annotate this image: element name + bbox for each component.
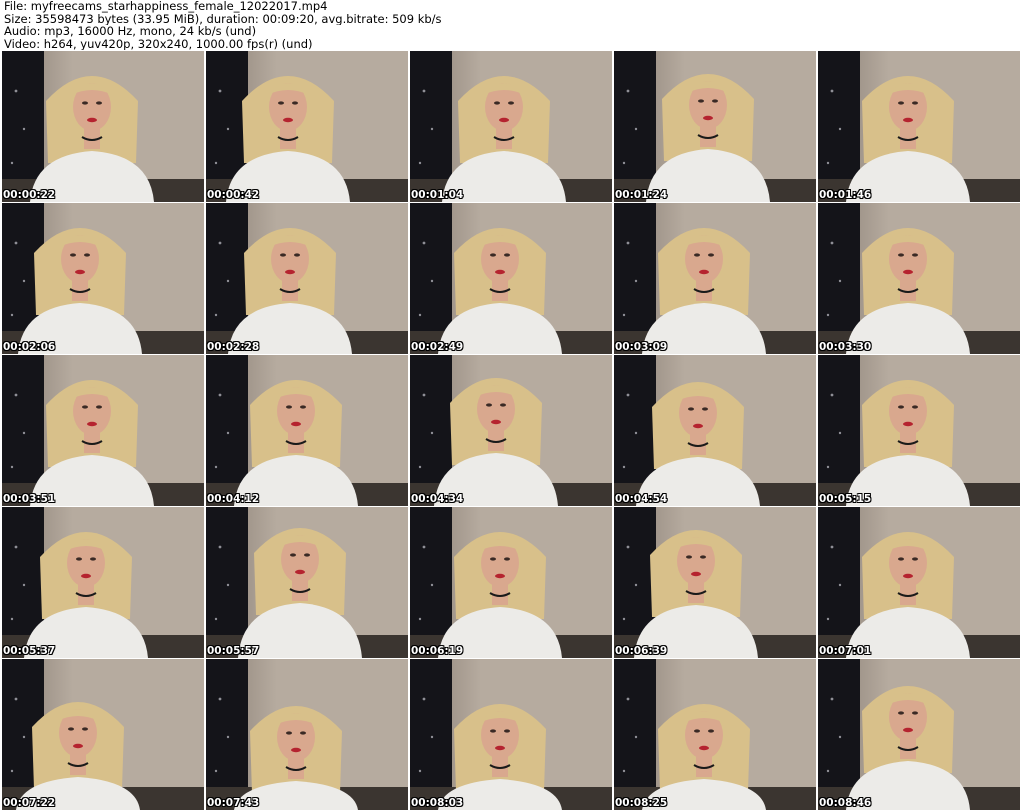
video-thumbnail: 00:00:42 xyxy=(206,51,408,202)
thumbnail-timestamp: 00:06:39 xyxy=(615,645,668,657)
video-thumbnail: 00:04:54 xyxy=(614,355,816,506)
frame-image xyxy=(410,659,612,810)
frame-image xyxy=(410,355,612,506)
frame-image xyxy=(818,355,1020,506)
thumbnail-timestamp: 00:07:43 xyxy=(207,797,260,809)
thumbnail-timestamp: 00:00:42 xyxy=(207,189,260,201)
thumbnail-timestamp: 00:08:03 xyxy=(411,797,464,809)
frame-image xyxy=(614,203,816,354)
frame-image xyxy=(2,355,204,506)
video-thumbnail: 00:05:15 xyxy=(818,355,1020,506)
frame-image xyxy=(818,659,1020,810)
video-thumbnail: 00:08:46 xyxy=(818,659,1020,810)
thumbnail-timestamp: 00:01:24 xyxy=(615,189,668,201)
frame-image xyxy=(206,51,408,202)
thumbnail-timestamp: 00:04:12 xyxy=(207,493,260,505)
video-thumbnail: 00:08:25 xyxy=(614,659,816,810)
video-info-line: Video: h264, yuv420p, 320x240, 1000.00 f… xyxy=(4,37,313,50)
thumbnail-timestamp: 00:02:49 xyxy=(411,341,464,353)
thumbnail-timestamp: 00:08:46 xyxy=(819,797,872,809)
video-thumbnail: 00:06:39 xyxy=(614,507,816,658)
frame-image xyxy=(614,659,816,810)
video-thumbnail: 00:02:06 xyxy=(2,203,204,354)
thumbnail-timestamp: 00:07:22 xyxy=(3,797,56,809)
thumbnail-timestamp: 00:00:22 xyxy=(3,189,56,201)
file-size-line: Size: 35598473 bytes (33.95 MiB), durati… xyxy=(4,12,442,25)
thumbnail-timestamp: 00:01:04 xyxy=(411,189,464,201)
video-thumbnail: 00:05:37 xyxy=(2,507,204,658)
thumbnail-timestamp: 00:01:46 xyxy=(819,189,872,201)
video-thumbnail: 00:07:01 xyxy=(818,507,1020,658)
thumbnail-timestamp: 00:04:34 xyxy=(411,493,464,505)
thumbnail-timestamp: 00:06:19 xyxy=(411,645,464,657)
frame-image xyxy=(818,203,1020,354)
frame-image xyxy=(206,355,408,506)
thumbnail-timestamp: 00:07:01 xyxy=(819,645,872,657)
frame-image xyxy=(2,659,204,810)
video-thumbnail: 00:01:24 xyxy=(614,51,816,202)
frame-image xyxy=(614,51,816,202)
thumbnail-grid: 00:00:22 00:00:42 00:01:04 00:01:24 00:01:46… xyxy=(2,51,1022,811)
frame-image xyxy=(2,203,204,354)
thumbnail-timestamp: 00:05:37 xyxy=(3,645,56,657)
frame-image xyxy=(2,507,204,658)
file-name-line: File: myfreecams_starhappiness_female_12… xyxy=(4,0,328,13)
thumbnail-timestamp: 00:03:51 xyxy=(3,493,56,505)
frame-image xyxy=(614,507,816,658)
video-thumbnail: 00:04:34 xyxy=(410,355,612,506)
video-thumbnail: 00:08:03 xyxy=(410,659,612,810)
video-thumbnail: 00:01:46 xyxy=(818,51,1020,202)
audio-info-line: Audio: mp3, 16000 Hz, mono, 24 kb/s (und… xyxy=(4,25,257,38)
video-thumbnail: 00:02:49 xyxy=(410,203,612,354)
video-thumbnail: 00:03:09 xyxy=(614,203,816,354)
frame-image xyxy=(206,507,408,658)
video-thumbnail: 00:00:22 xyxy=(2,51,204,202)
thumbnail-timestamp: 00:02:28 xyxy=(207,341,260,353)
frame-image xyxy=(206,659,408,810)
thumbnail-timestamp: 00:03:30 xyxy=(819,341,872,353)
video-thumbnail: 00:05:57 xyxy=(206,507,408,658)
file-info-header: File: myfreecams_starhappiness_female_12… xyxy=(4,0,1020,50)
frame-image xyxy=(818,51,1020,202)
frame-image xyxy=(206,203,408,354)
thumbnail-timestamp: 00:05:15 xyxy=(819,493,872,505)
thumbnail-timestamp: 00:03:09 xyxy=(615,341,668,353)
video-thumbnail: 00:01:04 xyxy=(410,51,612,202)
video-thumbnail: 00:07:43 xyxy=(206,659,408,810)
thumbnail-timestamp: 00:04:54 xyxy=(615,493,668,505)
video-thumbnail: 00:03:30 xyxy=(818,203,1020,354)
frame-image xyxy=(614,355,816,506)
video-thumbnail: 00:02:28 xyxy=(206,203,408,354)
thumbnail-timestamp: 00:05:57 xyxy=(207,645,260,657)
frame-image xyxy=(2,51,204,202)
video-thumbnail: 00:07:22 xyxy=(2,659,204,810)
thumbnail-timestamp: 00:08:25 xyxy=(615,797,668,809)
frame-image xyxy=(410,51,612,202)
video-thumbnail: 00:06:19 xyxy=(410,507,612,658)
video-thumbnail: 00:03:51 xyxy=(2,355,204,506)
frame-image xyxy=(818,507,1020,658)
frame-image xyxy=(410,203,612,354)
thumbnail-timestamp: 00:02:06 xyxy=(3,341,56,353)
video-thumbnail: 00:04:12 xyxy=(206,355,408,506)
frame-image xyxy=(410,507,612,658)
